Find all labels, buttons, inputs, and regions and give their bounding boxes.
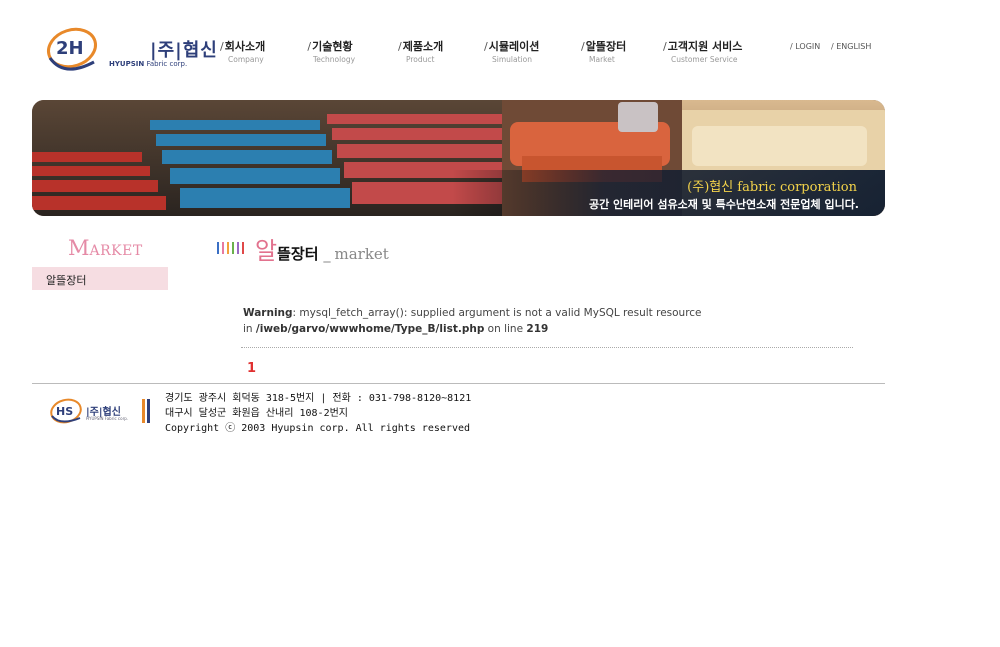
nav-company[interactable]: /회사소개 Company: [220, 40, 265, 64]
page-title: 알뜰장터 _ market: [255, 237, 389, 265]
nav-product-label: 제품소개: [402, 40, 444, 53]
title-color-bars-icon: [217, 242, 244, 254]
footer-accent-bar-navy: [147, 399, 150, 423]
sidebar-title: MARKET: [68, 236, 143, 260]
sidebar-item-market[interactable]: 알뜰장터: [32, 267, 168, 290]
nav-market[interactable]: /알뜰장터 Market: [581, 40, 626, 64]
nav-product[interactable]: /제품소개 Product: [398, 40, 443, 64]
footer-address-line-2: 대구시 달성군 화원읍 산내리 108-2번지: [165, 408, 348, 419]
svg-text:HS: HS: [56, 405, 73, 418]
nav-customer-service-label: 고객지원 서비스: [667, 40, 743, 53]
nav-product-sublabel: Product: [406, 55, 435, 64]
hero-banner: (주)협신 fabric corporation 공간 인테리어 섬유소재 및 …: [32, 100, 885, 216]
nav-customer-service-sublabel: Customer Service: [671, 55, 738, 64]
hyupsin-emblem-icon: 2H: [47, 27, 97, 71]
footer-accent-bar-orange: [142, 399, 145, 423]
company-logo[interactable]: 2H |주|협신 HYUPSIN Fabric corp.: [44, 18, 217, 78]
footer-copyright: Copyright ⓒ 2003 Hyupsin corp. All right…: [165, 423, 471, 434]
php-warning-message: Warning: mysql_fetch_array(): supplied a…: [243, 307, 702, 335]
nav-market-label: 알뜰장터: [585, 40, 627, 53]
footer-address: 경기도 광주시 회덕동 318-5번지 | 전화 : 031-798-8120~…: [165, 391, 471, 436]
sidebar-item-label: 알뜰장터: [46, 274, 87, 287]
nav-customer-service[interactable]: /고객지원 서비스 Customer Service: [663, 40, 742, 64]
banner-title: (주)협신 fabric corporation: [687, 180, 857, 195]
nav-simulation-sublabel: Simulation: [492, 55, 532, 64]
footer-logo-english: HYUPSIN Fabric corp.: [86, 416, 129, 421]
footer-emblem-icon: HS: [50, 398, 82, 424]
logo-english-name: HYUPSIN Fabric corp.: [109, 60, 188, 68]
nav-company-sublabel: Company: [228, 55, 264, 64]
footer-divider: [32, 383, 885, 384]
nav-technology-sublabel: Technology: [313, 55, 356, 64]
svg-text:2H: 2H: [56, 38, 84, 59]
logo-korean-name: |주|협신: [150, 40, 218, 61]
nav-market-sublabel: Market: [589, 55, 615, 64]
banner-subtitle: 공간 인테리어 섬유소재 및 특수난연소재 전문업체 입니다.: [588, 198, 859, 211]
nav-technology-label: 기술현황: [312, 40, 353, 53]
nav-simulation[interactable]: /시뮬레이션 Simulation: [484, 40, 539, 64]
nav-company-label: 회사소개: [224, 40, 266, 53]
pagination-page-1[interactable]: 1: [247, 361, 256, 376]
english-link[interactable]: / ENGLISH: [831, 42, 871, 51]
nav-simulation-label: 시뮬레이션: [488, 40, 540, 53]
nav-technology[interactable]: /기술현황 Technology: [305, 40, 355, 64]
list-divider: [241, 347, 853, 348]
login-link[interactable]: / LOGIN: [790, 42, 820, 51]
footer-logo: HS |주|협신 HYUPSIN Fabric corp.: [48, 396, 138, 426]
footer-address-line-1: 경기도 광주시 회덕동 318-5번지 | 전화 : 031-798-8120~…: [165, 393, 472, 404]
